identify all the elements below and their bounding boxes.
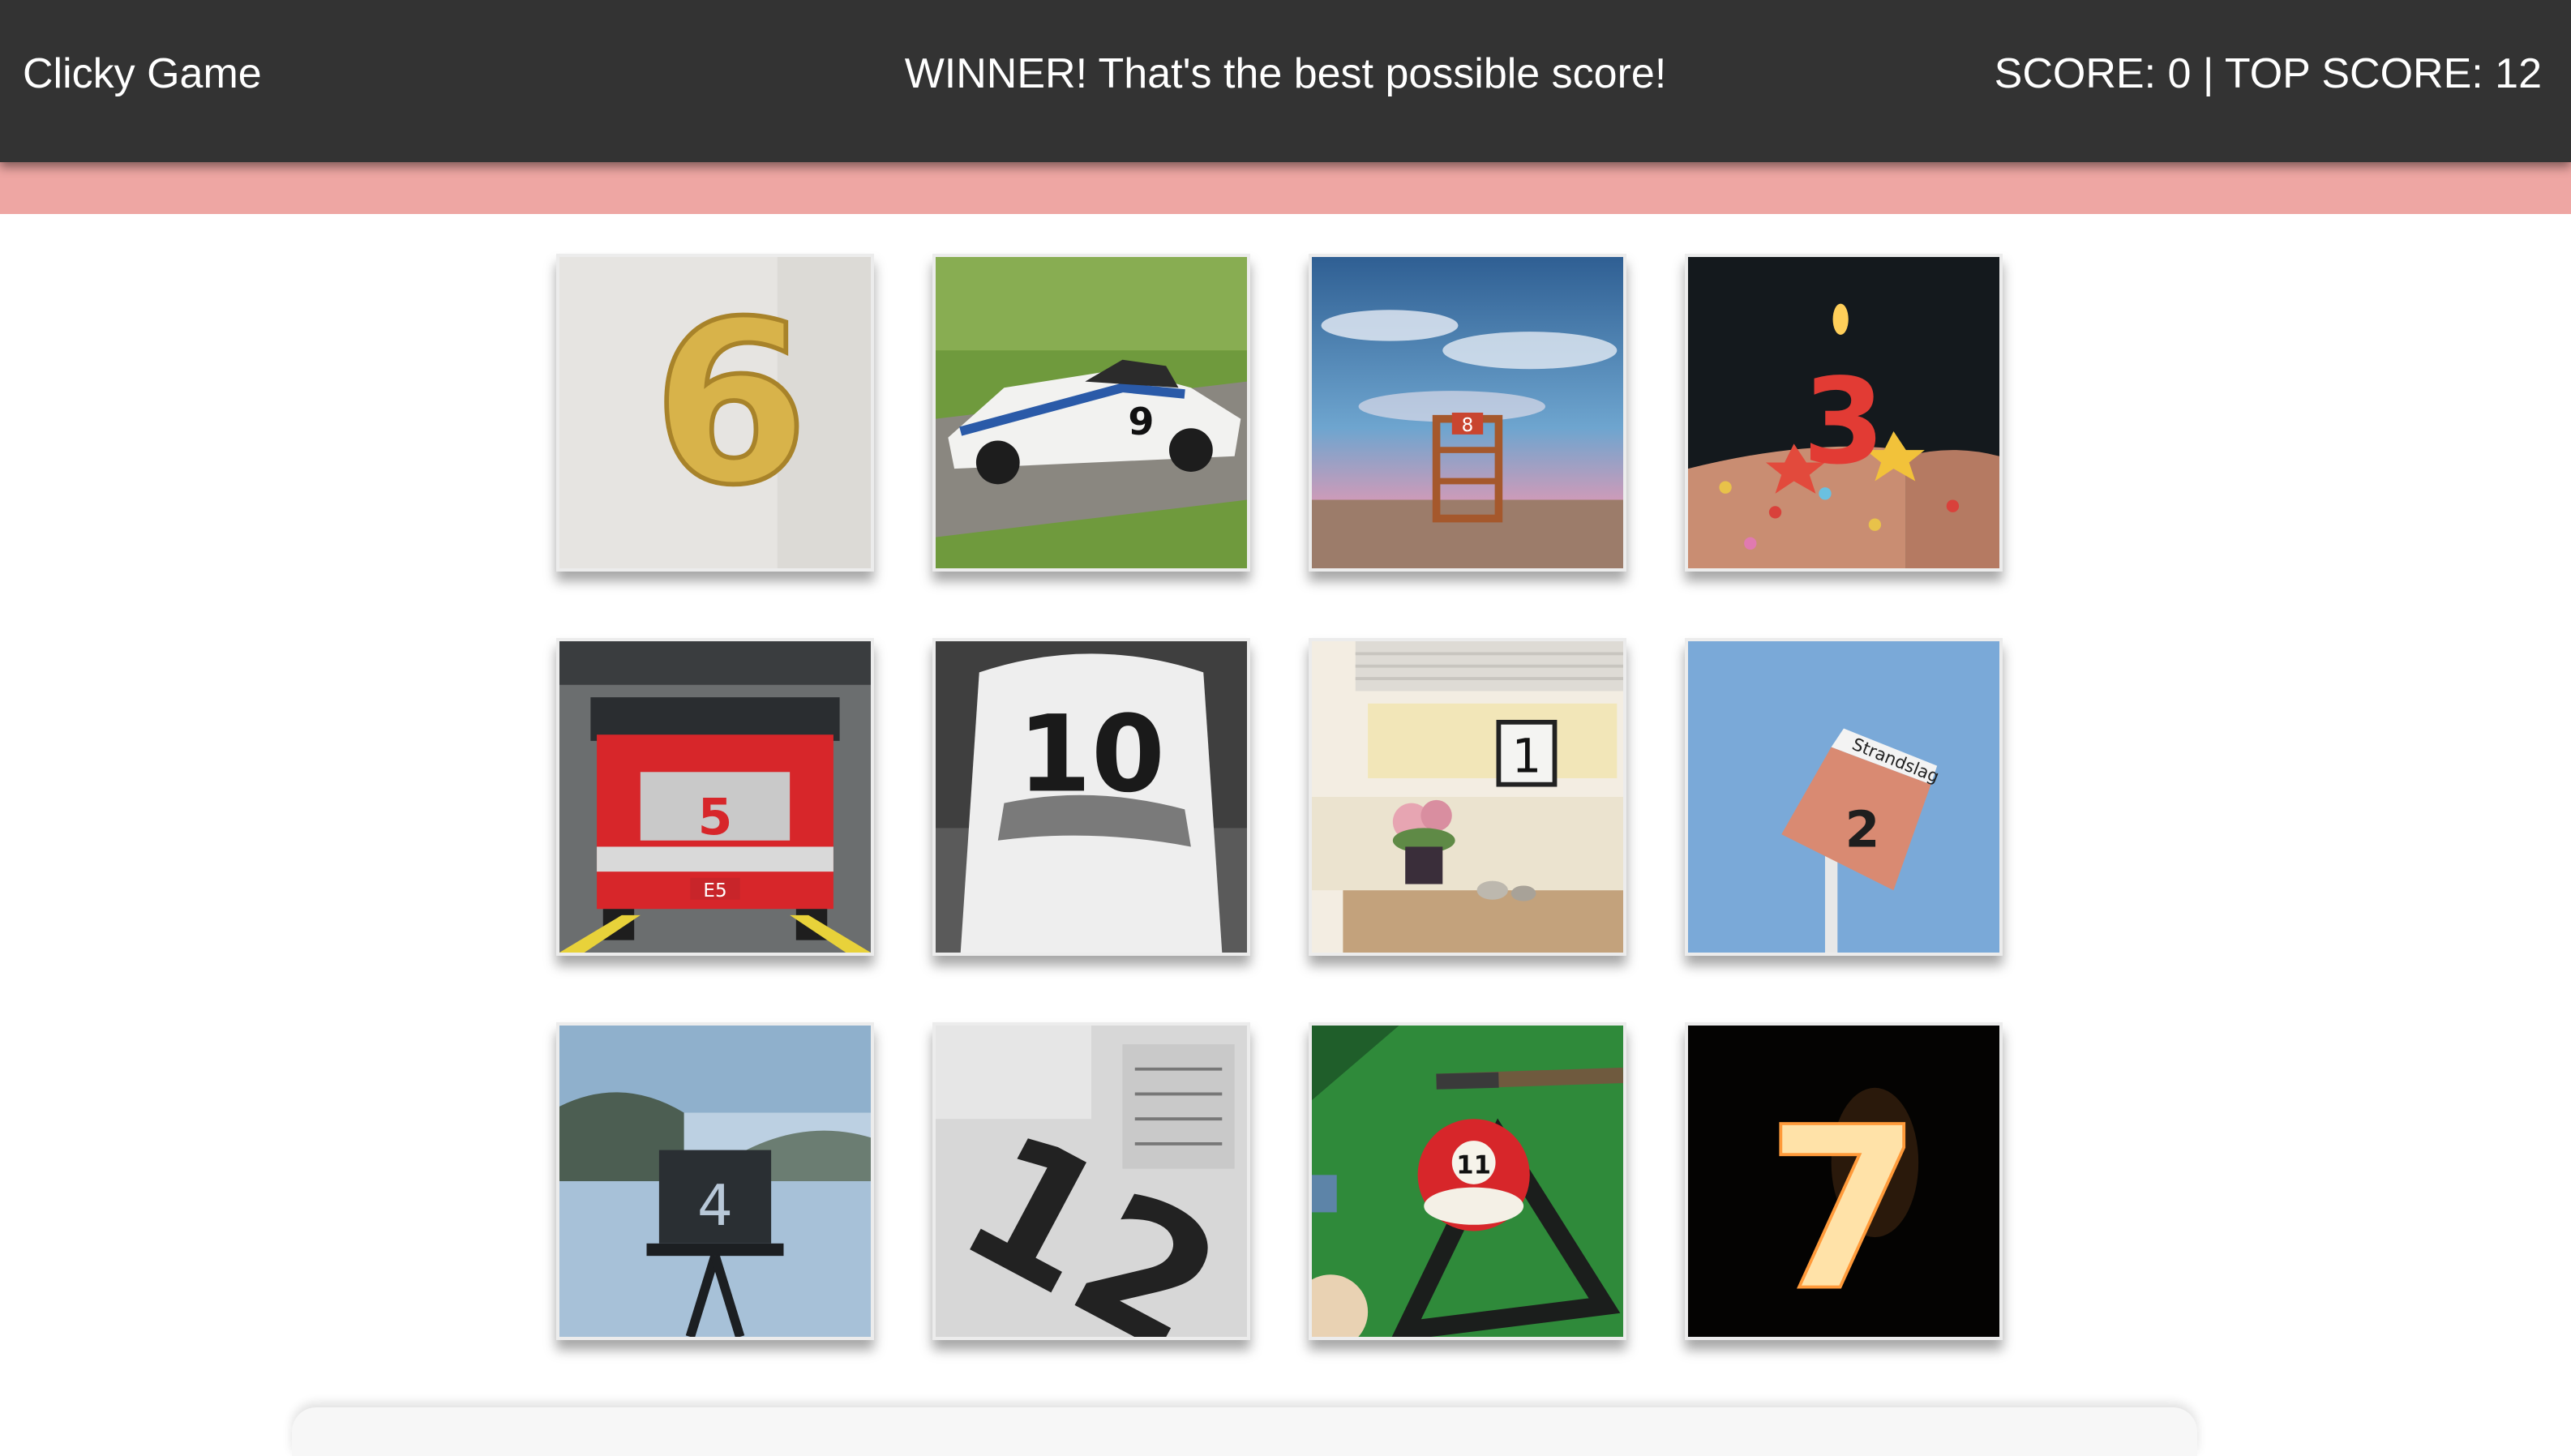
brand-title[interactable]: Clicky Game <box>23 0 262 148</box>
candle-number: 3 <box>1802 353 1885 490</box>
ball-number: 11 <box>1456 1150 1491 1180</box>
jersey-image: 10 <box>936 641 1247 953</box>
balloon-number: 6 <box>653 273 808 534</box>
tile-beach-sign-two[interactable]: Strandslag 2 <box>1685 638 2003 956</box>
beach-sign-image: Strandslag 2 <box>1688 641 1999 953</box>
lifeguard-tower-image: 8 <box>1312 257 1623 568</box>
birthday-cake-image: 3 <box>1688 257 1999 568</box>
tile-gold-balloon-six[interactable]: 6 <box>556 254 874 572</box>
tile-birthday-cake-three[interactable]: 3 <box>1685 254 2003 572</box>
tile-newspaper-twelve[interactable]: 12 <box>932 1022 1250 1340</box>
truck-number: 5 <box>698 789 733 846</box>
tower-number: 8 <box>1462 415 1474 436</box>
tile-race-car-nine[interactable]: 9 <box>932 254 1250 572</box>
jersey-number: 10 <box>1018 692 1165 816</box>
tile-sparkler-seven[interactable]: 7 <box>1685 1022 2003 1340</box>
billiard-ball-image: 11 <box>1312 1026 1623 1337</box>
tile-billiard-ball-eleven[interactable]: 11 <box>1309 1022 1626 1340</box>
car-number: 9 <box>1128 400 1154 443</box>
truck-plate: E5 <box>703 880 726 901</box>
tile-lifeguard-tower-eight[interactable]: 8 <box>1309 254 1626 572</box>
race-car-image: 9 <box>936 257 1247 568</box>
lamp-number: 4 <box>697 1174 733 1239</box>
post-number: 2 <box>1845 801 1880 859</box>
tile-jersey-ten[interactable]: 10 <box>932 638 1250 956</box>
lake-lamp-image: 4 <box>559 1026 871 1337</box>
window-sign-image: 1 <box>1312 641 1623 953</box>
tile-window-sign-one[interactable]: 1 <box>1309 638 1626 956</box>
sign-number: 1 <box>1512 729 1542 783</box>
tile-lake-lamp-four[interactable]: 4 <box>556 1022 874 1340</box>
newspaper-image: 12 <box>936 1026 1247 1337</box>
sparkler-image: 7 <box>1688 1026 1999 1337</box>
score-display: SCORE: 0 | TOP SCORE: 12 <box>1994 50 2542 97</box>
tile-fire-truck-five[interactable]: 5 E5 <box>556 638 874 956</box>
image-grid: 6 9 8 3 5 E5 10 1 Strandslag 2 4 12 11 7 <box>0 0 2571 1441</box>
footer-edge <box>292 1407 2197 1456</box>
fire-truck-image: 5 E5 <box>559 641 871 953</box>
navbar: Clicky Game WINNER! That's the best poss… <box>0 0 2571 162</box>
accent-bar <box>0 162 2571 214</box>
sparkler-number: 7 <box>1766 1080 1922 1337</box>
balloon-six-image: 6 <box>559 257 871 568</box>
